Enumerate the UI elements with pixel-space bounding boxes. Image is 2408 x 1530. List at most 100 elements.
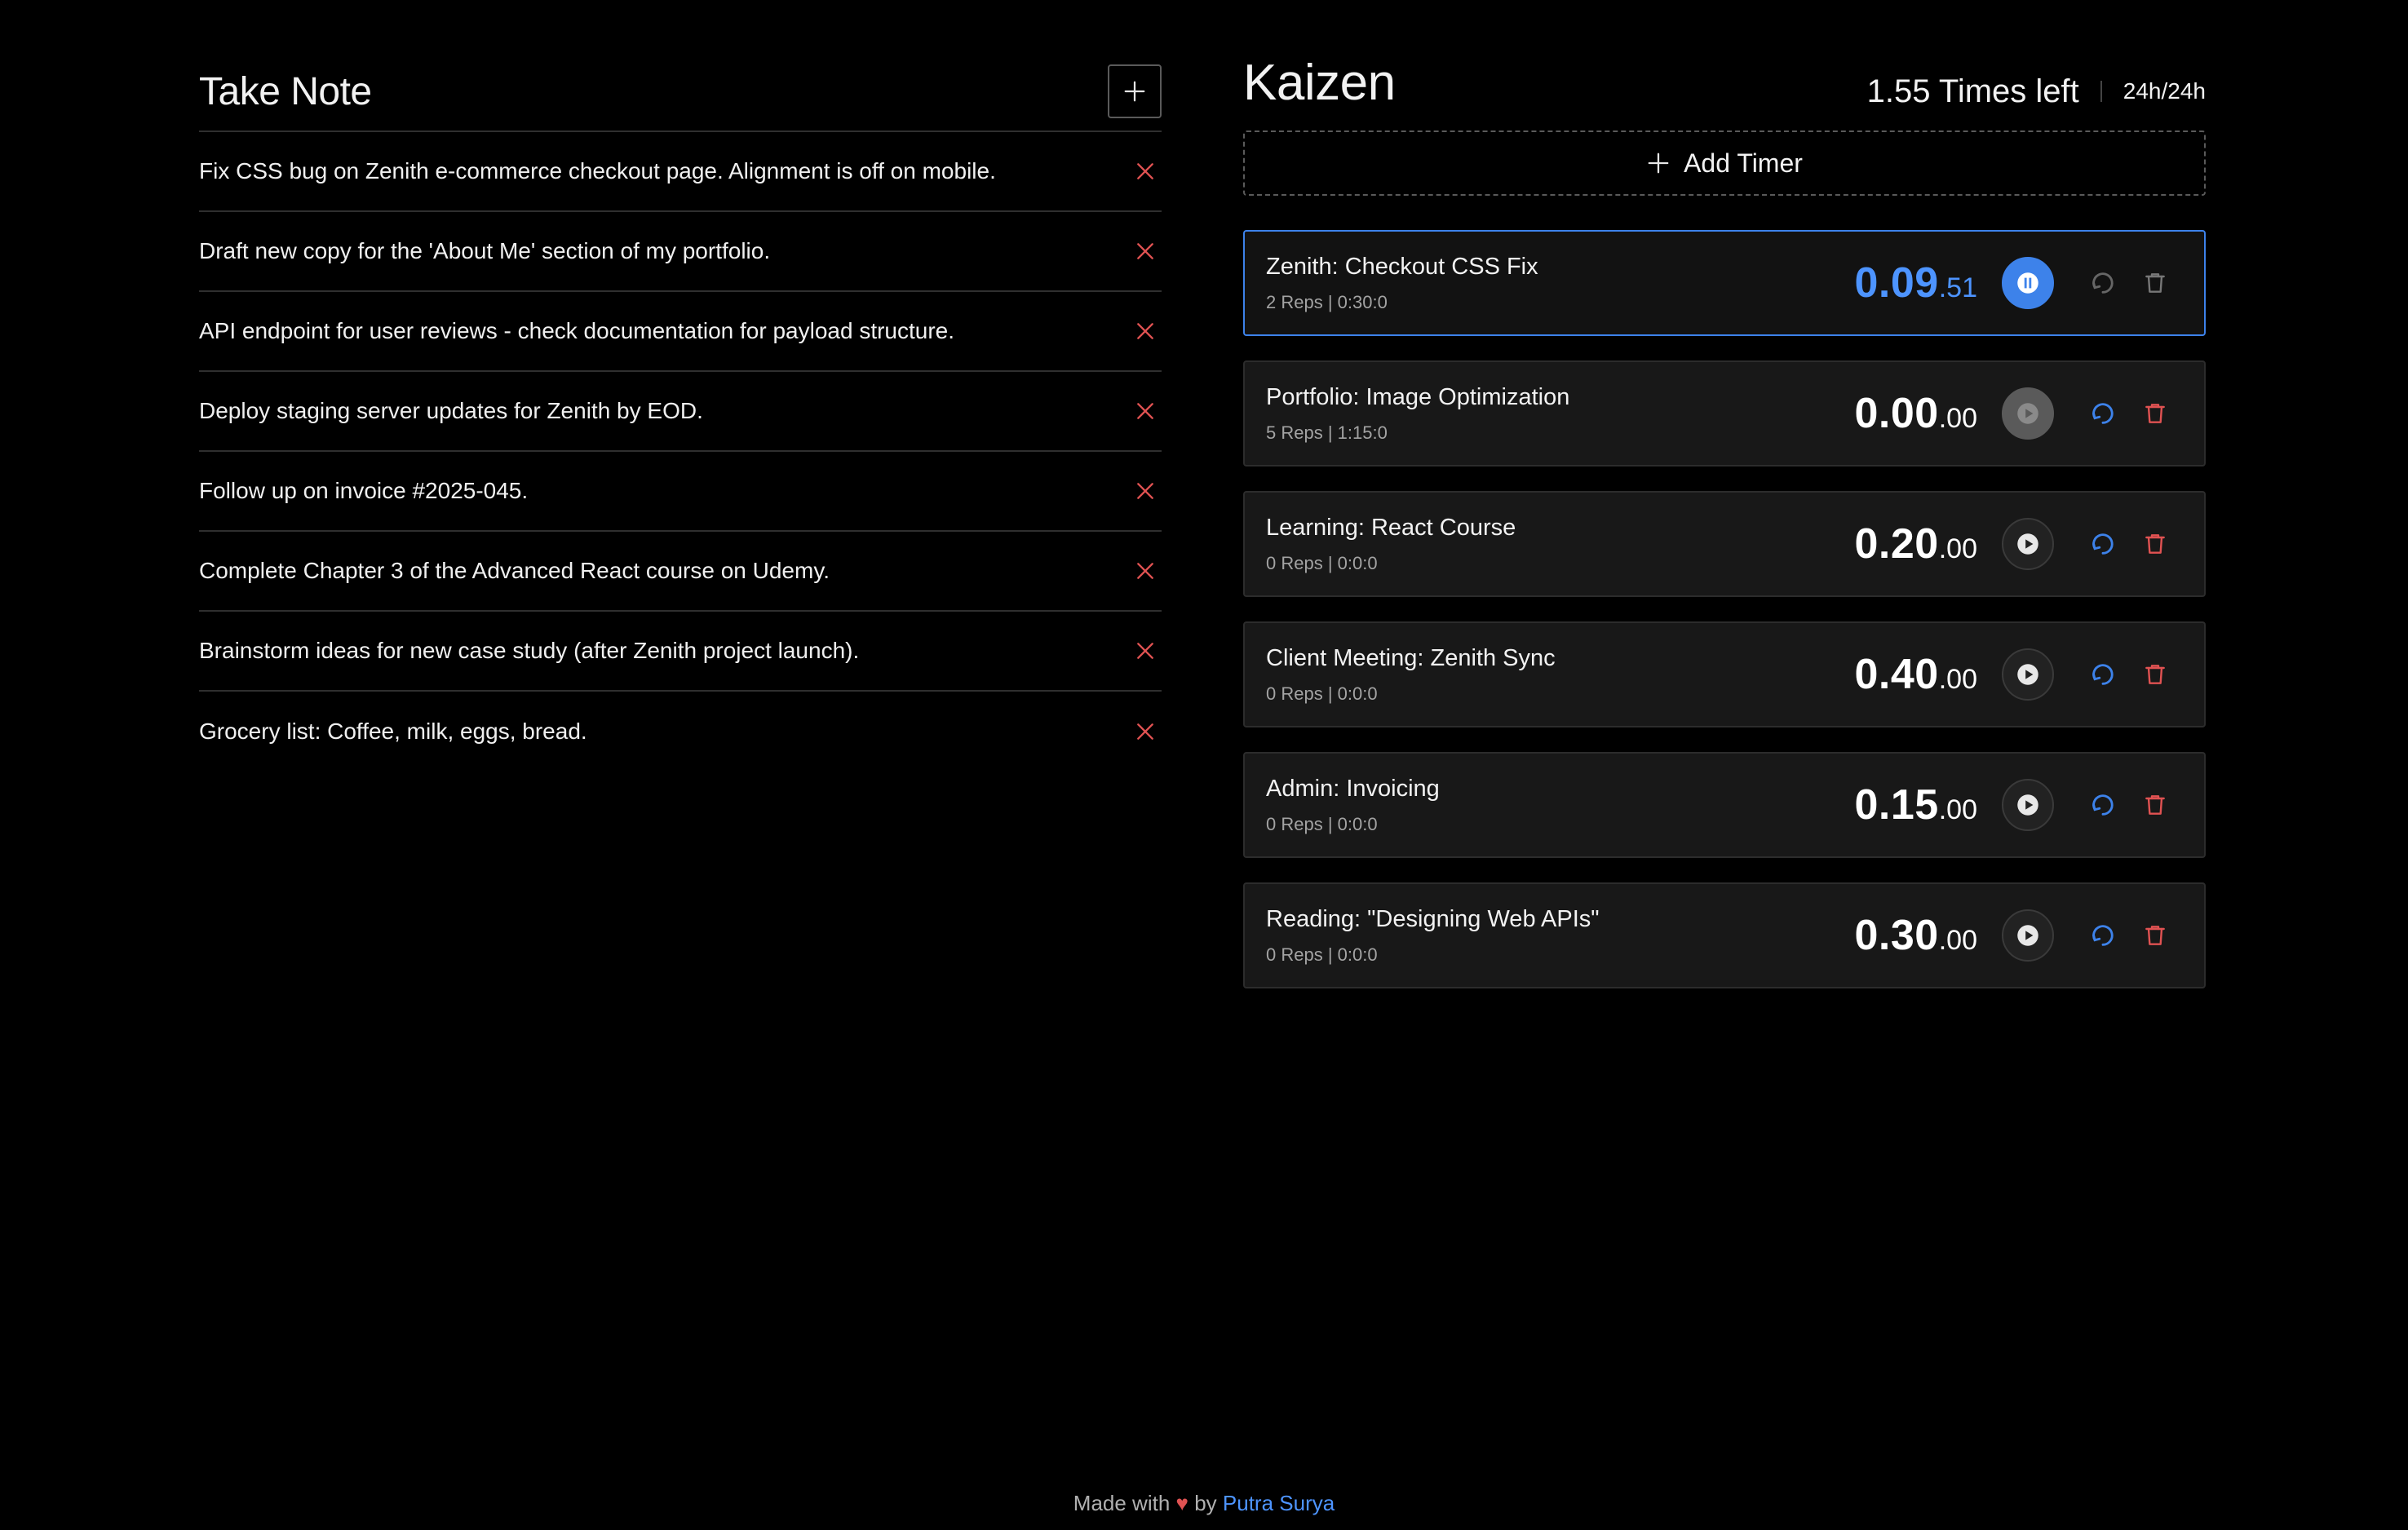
reset-timer-button[interactable] [2087, 658, 2119, 691]
start-timer-button[interactable] [2002, 648, 2054, 701]
timer-info: Portfolio: Image Optimization 5 Reps | 1:… [1266, 384, 1569, 444]
timer-card: Reading: "Designing Web APIs" 0 Reps | 0:… [1243, 882, 2206, 988]
pause-timer-button[interactable] [2002, 257, 2054, 309]
note-text: API endpoint for user reviews - check do… [199, 318, 955, 343]
reset-timer-button[interactable] [2087, 528, 2119, 560]
note-item: Follow up on invoice #2025-045. [199, 452, 1162, 532]
timer-sub-value: .00 [1938, 403, 1977, 434]
note-item: Fix CSS bug on Zenith e-commerce checkou… [199, 132, 1162, 212]
timer-meta: 2 Reps | 0:30:0 [1266, 291, 1388, 312]
reset-timer-button[interactable] [2087, 267, 2119, 299]
reset-timer-button[interactable] [2087, 789, 2119, 821]
timer-card: Client Meeting: Zenith Sync 0 Reps | 0:0:… [1243, 621, 2206, 727]
note-list: Fix CSS bug on Zenith e-commerce checkou… [199, 132, 1162, 772]
delete-timer-button[interactable] [2139, 267, 2171, 299]
timer-main-value: 0.40 [1854, 651, 1939, 698]
take-note-title: Take Note [199, 69, 372, 113]
delete-note-button[interactable] [1129, 395, 1162, 427]
trash-icon [2145, 665, 2165, 684]
footer: Made with ♥ by Putra Surya [0, 1491, 2408, 1516]
footer-made-with: Made with [1073, 1491, 1171, 1515]
reset-icon [2092, 925, 2114, 946]
delete-note-button[interactable] [1129, 475, 1162, 507]
reset-icon [2092, 794, 2114, 816]
take-note-panel: Take Note Fix CSS bug on Zenith e-commer… [199, 59, 1162, 772]
delete-timer-button[interactable] [2139, 397, 2171, 430]
timer-controls: 0.40.00 [1855, 648, 2171, 701]
timer-sub-value: .00 [1938, 794, 1977, 825]
pause-icon [2017, 272, 2038, 294]
delete-note-button[interactable] [1129, 715, 1162, 748]
note-item: Deploy staging server updates for Zenith… [199, 372, 1162, 452]
note-item: Brainstorm ideas for new case study (aft… [199, 612, 1162, 692]
note-text: Fix CSS bug on Zenith e-commerce checkou… [199, 158, 996, 184]
timer-meta: 0 Reps | 0:0:0 [1266, 944, 1378, 965]
timer-main-value: 0.15 [1854, 781, 1939, 829]
trash-icon [2145, 273, 2165, 293]
add-note-button[interactable] [1108, 64, 1162, 118]
close-icon [1137, 563, 1153, 579]
delete-timer-button[interactable] [2139, 528, 2171, 560]
note-text: Draft new copy for the 'About Me' sectio… [199, 238, 771, 263]
timer-list: Zenith: Checkout CSS Fix 2 Reps | 0:30:0 0… [1243, 230, 2206, 988]
timer-name: Reading: "Designing Web APIs" [1266, 905, 1600, 932]
delete-timer-button[interactable] [2139, 789, 2171, 821]
start-timer-button[interactable] [2002, 909, 2054, 962]
kaizen-status: 1.55 Times left 24h/24h [1867, 73, 2206, 110]
app-root: Take Note Fix CSS bug on Zenith e-commer… [0, 0, 2408, 1530]
reset-icon [2092, 664, 2114, 685]
timer-meta: 0 Reps | 0:0:0 [1266, 813, 1378, 834]
delete-note-button[interactable] [1129, 555, 1162, 587]
note-item: Draft new copy for the 'About Me' sectio… [199, 212, 1162, 292]
play-icon [2017, 533, 2038, 555]
timer-controls: 0.00.00 [1855, 387, 2171, 440]
close-icon [1137, 323, 1153, 339]
timer-info: Learning: React Course 0 Reps | 0:0:0 [1266, 515, 1516, 574]
timer-card: Portfolio: Image Optimization 5 Reps | 1:… [1243, 360, 2206, 467]
times-left-counter: 1.55 Times left [1866, 73, 2079, 109]
reset-timer-button[interactable] [2087, 919, 2119, 952]
add-timer-button[interactable]: Add Timer [1243, 130, 2206, 196]
trash-icon [2145, 404, 2165, 423]
timer-name: Zenith: Checkout CSS Fix [1266, 253, 1538, 280]
reset-icon [2092, 533, 2114, 555]
timer-controls: 0.09.51 [1855, 257, 2171, 309]
take-note-header: Take Note [199, 59, 1162, 132]
delete-note-button[interactable] [1129, 635, 1162, 667]
timer-card: Learning: React Course 0 Reps | 0:0:0 0.20… [1243, 491, 2206, 597]
delete-note-button[interactable] [1129, 235, 1162, 268]
kaizen-panel: Kaizen 1.55 Times left 24h/24h Add Timer… [1243, 46, 2206, 988]
delete-timer-button[interactable] [2139, 919, 2171, 952]
delete-note-button[interactable] [1129, 155, 1162, 188]
start-timer-button[interactable] [2002, 518, 2054, 570]
trash-icon [2145, 795, 2165, 815]
plus-icon [1124, 81, 1145, 102]
note-text: Deploy staging server updates for Zenith… [199, 398, 703, 423]
timer-meta: 0 Reps | 0:0:0 [1266, 552, 1378, 573]
author-link[interactable]: Putra Surya [1223, 1491, 1335, 1515]
timer-info: Reading: "Designing Web APIs" 0 Reps | 0:… [1266, 906, 1600, 966]
reset-timer-button[interactable] [2087, 397, 2119, 430]
timer-meta: 0 Reps | 0:0:0 [1266, 683, 1378, 704]
delete-timer-button[interactable] [2139, 658, 2171, 691]
timer-card: Admin: Invoicing 0 Reps | 0:0:0 0.15.00 [1243, 752, 2206, 858]
hours-counter: 24h/24h [2122, 78, 2206, 104]
timer-sub-value: .00 [1938, 664, 1977, 695]
timer-info: Zenith: Checkout CSS Fix 2 Reps | 0:30:0 [1266, 254, 1538, 313]
play-icon [2017, 925, 2038, 946]
note-text: Brainstorm ideas for new case study (aft… [199, 638, 860, 663]
timer-value: 0.40.00 [1855, 650, 1977, 699]
note-item: Grocery list: Coffee, milk, eggs, bread. [199, 692, 1162, 772]
note-text: Grocery list: Coffee, milk, eggs, bread. [199, 719, 587, 744]
delete-note-button[interactable] [1129, 315, 1162, 347]
plus-icon [1648, 153, 1669, 174]
timer-name: Portfolio: Image Optimization [1266, 383, 1570, 410]
start-timer-button[interactable] [2002, 387, 2054, 440]
play-icon [2017, 664, 2038, 685]
timer-controls: 0.15.00 [1855, 779, 2171, 831]
close-icon [1137, 243, 1153, 259]
timer-value: 0.09.51 [1855, 259, 1977, 307]
start-timer-button[interactable] [2002, 779, 2054, 831]
timer-main-value: 0.30 [1854, 912, 1939, 959]
timer-value: 0.30.00 [1855, 911, 1977, 960]
